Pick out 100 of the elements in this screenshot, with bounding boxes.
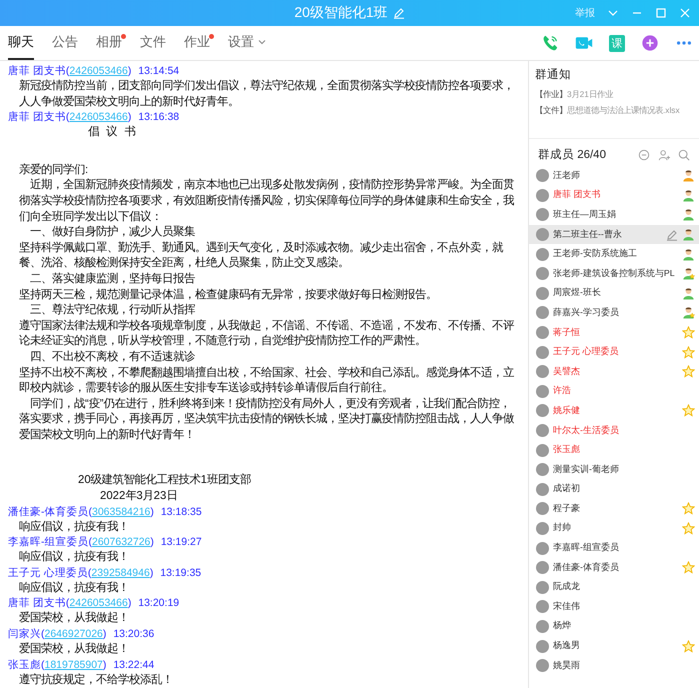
qq-number-link[interactable]: (2607632726) [88,536,154,548]
qq-number-link[interactable]: (3063584216) [88,506,154,518]
member-row[interactable]: 薛嘉兴-学习委员 [529,303,699,323]
member-row[interactable]: 周宸煜-班长 [529,284,699,304]
member-row[interactable]: 程子豪 [529,499,699,519]
message-text: 爱国荣校，从我做起！ [18,642,130,658]
member-row[interactable]: 潘佳豪-体育委员 [529,558,699,578]
message-text: 四、不出校不离校，有不适速就诊 [29,350,196,365]
admin-person-icon [682,208,695,222]
avatar-icon [536,286,549,300]
qq-number-link[interactable]: (2426053466) [66,65,132,77]
member-row[interactable]: 汪老师 [529,166,699,186]
phone-icon[interactable] [541,34,559,52]
member-name: 张老师-建筑设备控制系统与PL [553,268,676,280]
member-name: 吴譬杰 [553,366,581,378]
member-row[interactable]: 阮成龙 [529,577,699,598]
qq-number-link[interactable]: (2392584946) [88,566,154,579]
member-row[interactable]: 蒋子恒 [529,322,699,342]
avatar-icon [536,580,549,594]
star-icon [682,522,695,535]
message-text: 响应倡议，抗疫有我！ [18,550,130,566]
add-app-icon[interactable] [641,34,659,52]
search-icon[interactable] [678,148,690,160]
member-name: 姚昊雨 [553,660,581,672]
message-time: 13:18:35 [160,506,202,518]
edit-icon[interactable] [666,228,678,241]
avatar-icon [536,640,549,653]
member-row[interactable]: 姚乐健 [529,401,699,421]
member-name: 杨逸男 [553,640,581,652]
member-row[interactable]: 许浩 [529,382,699,402]
member-row[interactable]: 杨烨 [529,616,699,636]
avatar-icon [536,482,549,496]
avatar-icon [536,384,549,398]
notice-item[interactable]: 【作业】3月21日作业 [535,86,613,102]
sender-name: 唐菲 团支书 [8,597,66,610]
avatar-icon [536,542,549,555]
member-row[interactable]: 测量实训-葡老师 [529,460,699,480]
qq-number-link[interactable]: (1819785907) [41,658,106,671]
admin-person-icon [682,286,695,300]
tab[interactable]: 文件 [140,26,166,60]
add-member-icon[interactable] [658,148,670,160]
member-row[interactable]: 吴譬杰 [529,362,699,382]
member-row[interactable]: 宋佳伟 [529,597,699,617]
window-title: 20级智能化1班 [294,4,388,22]
star-icon [682,502,695,516]
qq-number-link[interactable]: (2426053466) [66,597,132,610]
message-text: 新冠疫情防控当前，团支部向同学们发出倡议，尊法守纪依规，全面贯彻落实学校疫情防控各项要求，人人争做爱国荣校文明向上的新时代好青年。 [18,79,515,110]
tab[interactable]: 公告 [52,26,78,60]
avatar-icon [536,326,549,340]
member-name: 周宸煜-班长 [553,287,602,300]
member-row[interactable]: 封帅 [529,518,699,538]
tab[interactable]: 聊天 [8,26,34,60]
member-row[interactable]: 第二班主任--曹永 [529,224,699,244]
member-name: 班主任—周玉娟 [553,208,617,221]
member-row[interactable]: 张老师-建筑设备控制系统与PL [529,264,699,284]
maximize-icon[interactable] [655,7,667,19]
member-name: 王子元 心理委员 [553,346,620,358]
member-name: 杨烨 [553,620,572,632]
tab[interactable]: 作业 [184,26,210,60]
member-row[interactable]: 成诺初 [529,480,699,500]
message-text: 二、落实健康监测，坚持每日报告 [29,272,196,287]
admin-person-icon [682,306,695,320]
member-name: 姚乐健 [553,404,581,417]
qq-number-link[interactable]: (2426053466) [66,111,132,124]
tab[interactable]: 设置 [228,26,267,60]
admin-person-icon [682,188,695,202]
member-row[interactable]: 张玉彪 [529,440,699,460]
admin-person-icon [682,248,695,261]
tab[interactable]: 相册 [96,26,122,60]
member-name: 第二班主任--曹永 [553,228,623,241]
letter-date: 2022年3月23日 [99,489,178,504]
member-row[interactable]: 杨逸男 [529,636,699,656]
member-name: 李嘉晖-组宣委员 [553,542,620,554]
admin-person-icon [682,169,695,182]
avatar-icon [536,444,549,457]
member-name: 汪老师 [553,170,581,182]
avatar-icon [536,659,549,672]
sender-name: 李嘉晖-组宣委员 [8,536,88,548]
message-time: 13:14:54 [138,65,180,77]
notice-item[interactable]: 【文件】思想道德与法治上课情况表.xlsx [535,102,680,118]
avatar-icon [536,424,549,438]
member-name: 张玉彪 [553,444,581,456]
qq-number-link[interactable]: (2646927026) [41,628,106,640]
member-row[interactable]: 王子元 心理委员 [529,342,699,362]
avatar-icon [536,404,549,418]
member-row[interactable]: 姚昊雨 [529,656,699,676]
letter-title: 倡 议 书 [87,125,138,140]
member-row[interactable]: 唐菲 团支书 [529,186,699,206]
close-icon[interactable] [679,7,691,19]
member-name: 程子豪 [553,502,581,515]
member-name: 叶尔太-生活委员 [553,424,620,437]
member-name: 许浩 [553,385,572,398]
member-name: 封帅 [553,522,572,534]
member-row[interactable]: 班主任—周玉娟 [529,205,699,225]
sender-name: 张玉彪 [8,658,41,671]
member-row[interactable]: 叶尔太-生活委员 [529,420,699,440]
member-row[interactable]: 李嘉晖-组宣委员 [529,538,699,558]
notice-title: 群通知 [535,68,572,82]
member-row[interactable]: 王老师-安防系统施工 [529,244,699,264]
message-text: 亲爱的同学们: [18,162,90,178]
